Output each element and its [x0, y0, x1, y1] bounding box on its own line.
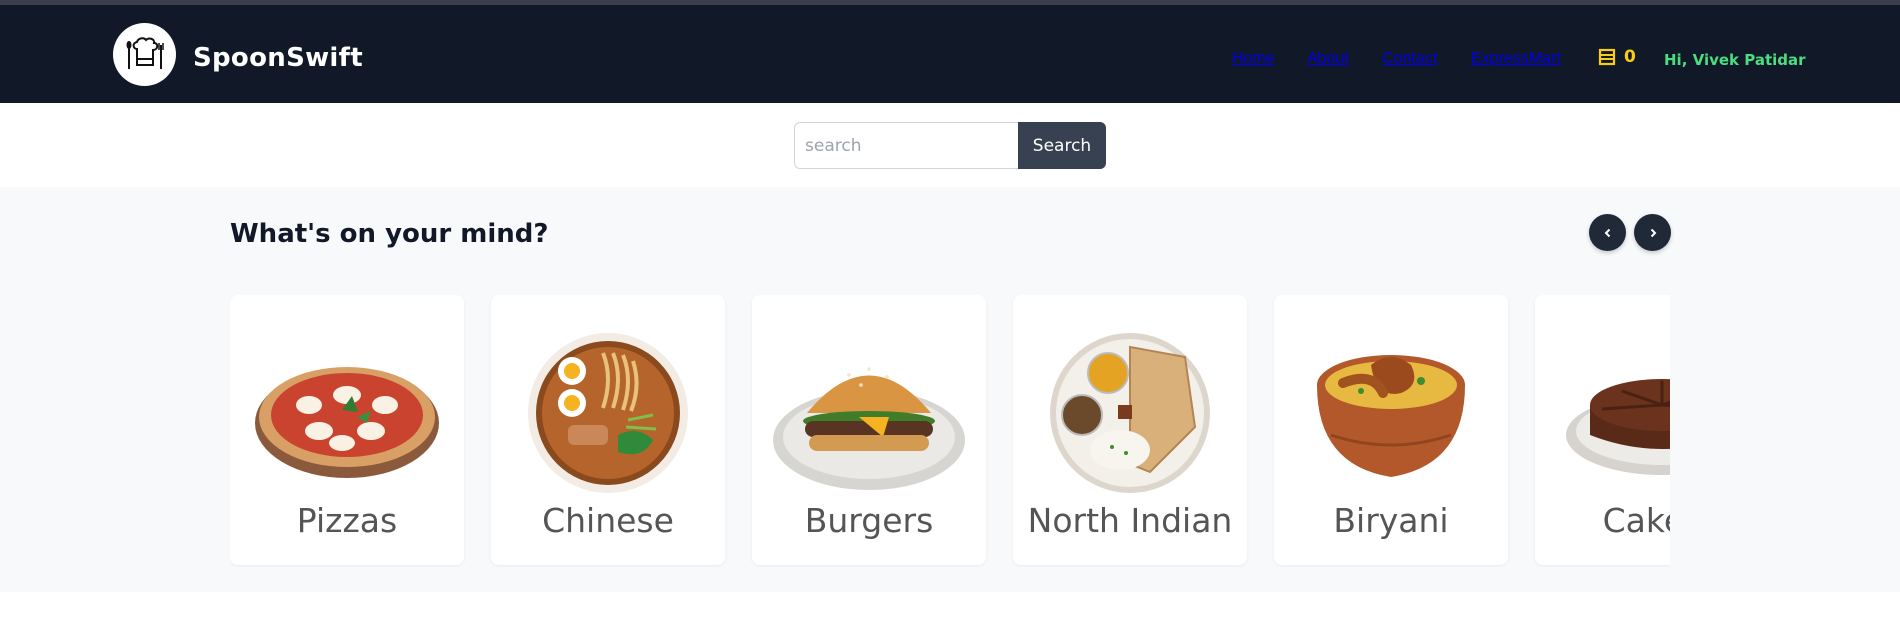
cake-image — [1566, 379, 1670, 475]
category-card-chinese[interactable]: Chinese — [491, 295, 725, 565]
biryani-image — [1317, 355, 1465, 477]
category-label: Cakes — [1602, 501, 1670, 540]
category-card-pizzas[interactable]: Pizzas — [230, 295, 464, 565]
cart-link[interactable]: 0 — [1597, 47, 1636, 67]
nav-expressmart[interactable]: ExpressMart — [1471, 50, 1561, 68]
search-button[interactable]: Search — [1018, 122, 1106, 169]
category-label: North Indian — [1027, 501, 1233, 540]
nav-contact[interactable]: Contact — [1382, 50, 1437, 68]
category-card-burgers[interactable]: Burgers — [752, 295, 986, 565]
category-card-north-indian[interactable]: North Indian — [1013, 295, 1247, 565]
cart-count: 0 — [1624, 47, 1636, 67]
carousel-prev-button[interactable] — [1589, 214, 1626, 251]
category-label: Burgers — [804, 501, 934, 540]
chevron-right-icon — [1650, 228, 1656, 237]
brand-name[interactable]: SpoonSwift — [193, 43, 363, 73]
category-carousel: Pizzas Chinese Burgers North Indian Biry… — [230, 295, 1670, 567]
search-input[interactable] — [794, 122, 1018, 169]
section-title: What's on your mind? — [230, 219, 549, 249]
user-greeting[interactable]: Hi, Vivek Patidar — [1664, 51, 1806, 69]
pizza-image — [255, 367, 439, 478]
search-bar: Search — [794, 122, 1106, 169]
category-label: Biryani — [1333, 501, 1449, 540]
noodle-bowl-image — [528, 333, 688, 493]
cart-icon — [1598, 48, 1616, 66]
burger-image — [773, 367, 965, 490]
category-card-cakes[interactable]: Cakes — [1535, 295, 1670, 565]
thali-image — [1050, 333, 1210, 493]
category-label: Chinese — [542, 501, 674, 540]
carousel-next-button[interactable] — [1634, 214, 1671, 251]
category-card-biryani[interactable]: Biryani — [1274, 295, 1508, 565]
chef-hat-icon — [126, 36, 164, 69]
category-label: Pizzas — [296, 501, 398, 540]
navbar: SpoonSwift Home About Contact ExpressMar… — [0, 5, 1900, 103]
whats-on-your-mind-section: What's on your mind? Pizzas Chinese Burg… — [0, 187, 1900, 592]
nav-home[interactable]: Home — [1232, 50, 1275, 68]
logo[interactable] — [113, 23, 176, 86]
chevron-left-icon — [1604, 228, 1610, 237]
nav-about[interactable]: About — [1307, 50, 1349, 68]
